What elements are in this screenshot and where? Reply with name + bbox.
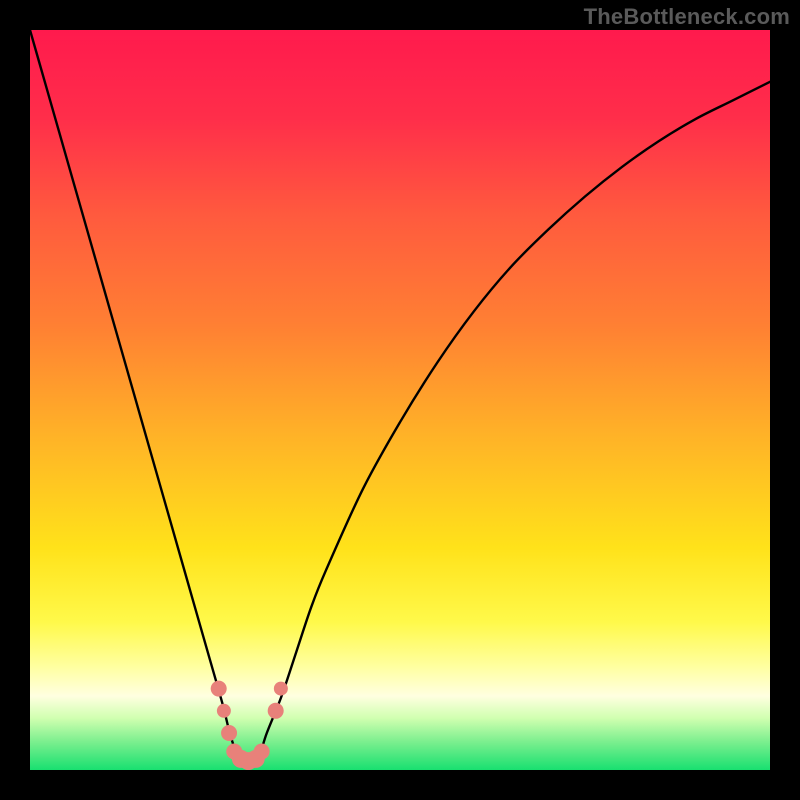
marker-point xyxy=(268,703,284,719)
marker-point xyxy=(211,681,227,697)
plot-area xyxy=(30,30,770,770)
marker-point xyxy=(217,704,231,718)
watermark-text: TheBottleneck.com xyxy=(584,4,790,30)
marker-point xyxy=(274,682,288,696)
chart-frame: TheBottleneck.com xyxy=(0,0,800,800)
marker-point xyxy=(254,744,270,760)
marker-point xyxy=(221,725,237,741)
bottleneck-chart xyxy=(30,30,770,770)
